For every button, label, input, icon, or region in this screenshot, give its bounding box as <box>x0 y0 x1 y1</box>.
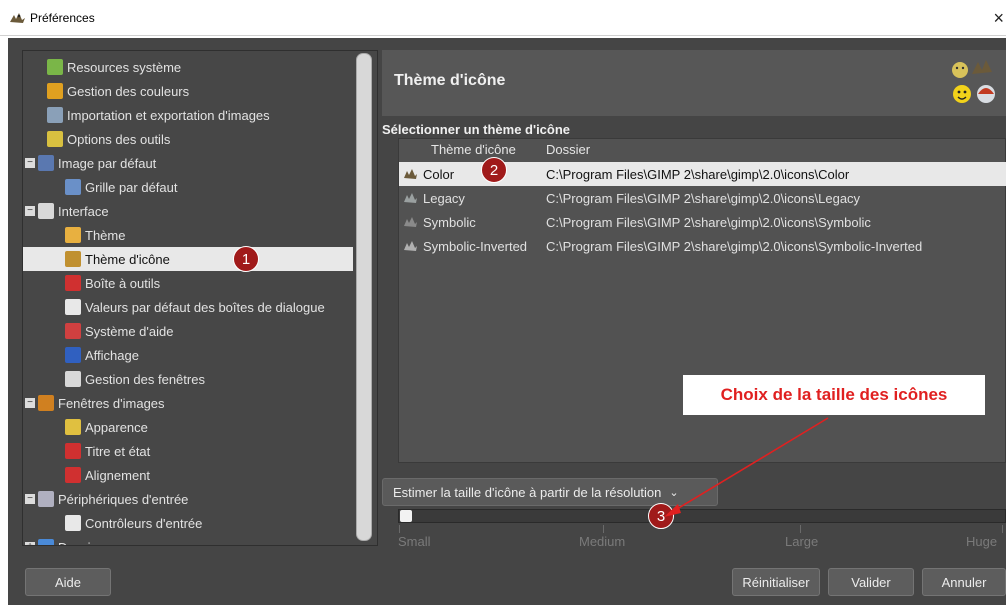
annotation-arrow <box>664 417 829 517</box>
